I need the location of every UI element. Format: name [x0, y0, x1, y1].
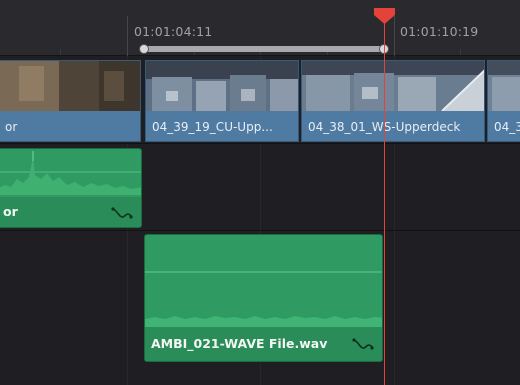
in-point-handle[interactable] [139, 44, 149, 54]
ruler-minor-tick [60, 49, 61, 55]
audio-waveform [145, 271, 382, 329]
audio-clip[interactable]: AMBI_021-WAVE File.wav [144, 234, 383, 362]
audio-curve-icon[interactable] [111, 205, 133, 221]
track-separator [0, 143, 520, 144]
video-clip[interactable]: 04_38_01_WS-Upperdeck [301, 60, 485, 142]
video-clip[interactable]: or [0, 60, 141, 142]
video-clip[interactable]: 04_39_19_CU-Upp... [145, 60, 299, 142]
clip-thumbnail [146, 61, 298, 111]
clip-thumbnail [488, 61, 520, 111]
timecode-label: 01:01:10:19 [400, 24, 479, 39]
playhead-line[interactable] [384, 20, 385, 385]
clip-name: 04_3 [488, 111, 520, 141]
clip-thumbnail [0, 61, 140, 111]
audio-waveform [0, 151, 141, 195]
clip-name: AMBI_021-WAVE File.wav [145, 327, 382, 361]
ruler-minor-tick [460, 49, 461, 55]
video-clip[interactable]: 04_3 [487, 60, 520, 142]
timeline-panel: 01:01:04:11 01:01:10:19 or 04_39_19_CU-U… [0, 0, 520, 385]
playhead-marker-icon[interactable] [374, 8, 395, 24]
ruler-tick [127, 16, 128, 56]
track-separator [0, 230, 520, 231]
clip-name: or [0, 111, 140, 141]
clip-name: 04_38_01_WS-Upperdeck [302, 111, 484, 141]
audio-curve-icon[interactable] [352, 336, 374, 352]
audio-clip[interactable]: or [0, 148, 142, 228]
clip-name: 04_39_19_CU-Upp... [146, 111, 298, 141]
clip-thumbnail [302, 61, 484, 111]
in-out-range-bar[interactable] [144, 46, 384, 52]
timecode-label: 01:01:04:11 [134, 24, 213, 39]
